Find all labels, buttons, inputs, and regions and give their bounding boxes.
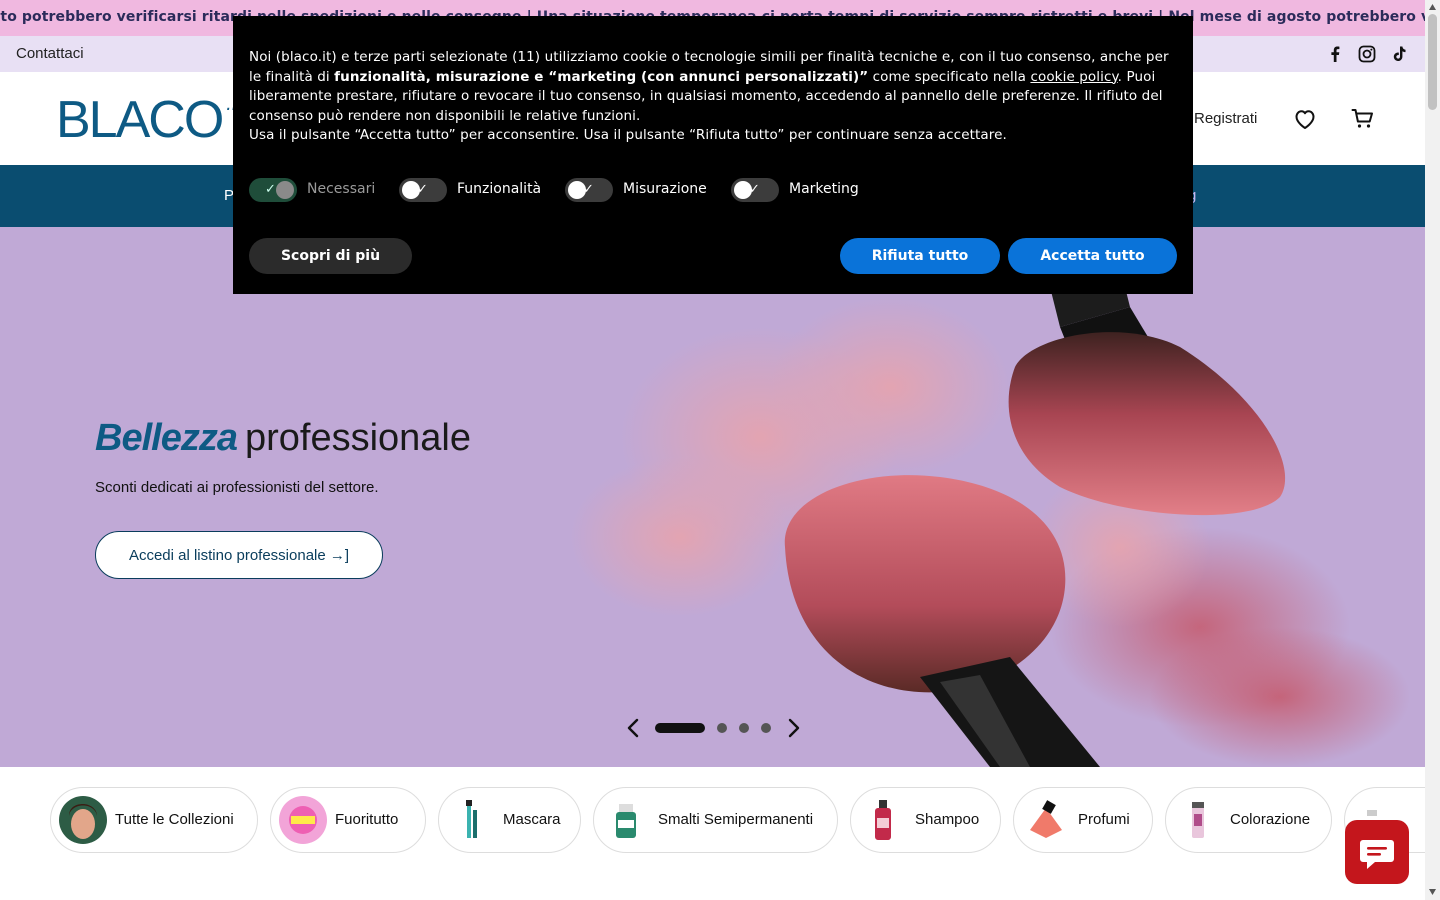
register-link[interactable]: Registrati xyxy=(1194,110,1257,127)
instagram-icon[interactable] xyxy=(1357,44,1377,64)
toggle-label-functionality: Funzionalità xyxy=(457,181,542,197)
cookie-consent-dialog: Noi (blaco.it) e terze parti selezionate… xyxy=(233,16,1193,294)
check-icon: ✓ xyxy=(749,182,760,197)
cookie-text-buttons-hint: Usa il pulsante “Accetta tutto” per acco… xyxy=(249,127,1007,144)
category-pill[interactable]: Shampoo xyxy=(850,787,1001,853)
carousel-dot-1[interactable] xyxy=(655,723,705,733)
toggle-label-necessary: Necessari xyxy=(307,181,376,197)
category-pills: Tutte le Collezioni Fuoritutto Mascara S… xyxy=(0,767,1425,900)
category-pill[interactable]: Smalti Semipermanenti xyxy=(593,787,838,853)
carousel-dot-3[interactable] xyxy=(739,723,749,733)
category-label: Smalti Semipermanenti xyxy=(658,811,814,828)
category-pill[interactable]: Mascara xyxy=(438,787,581,853)
toggle-label-measurement: Misurazione xyxy=(623,181,707,197)
chevron-right-icon[interactable] xyxy=(783,717,803,739)
page-scrollbar[interactable] xyxy=(1425,0,1440,900)
chat-bubble-icon xyxy=(1360,840,1394,869)
reject-all-button[interactable]: Rifiuta tutto xyxy=(840,238,1000,274)
category-pill[interactable]: Profumi xyxy=(1013,787,1153,853)
cookie-text-purposes: funzionalità, misurazione e “marketing (… xyxy=(334,68,869,85)
category-pill[interactable]: Tutte le Collezioni xyxy=(50,787,258,853)
hero-subtitle: Sconti dedicati ai professionisti del se… xyxy=(95,479,379,496)
scrollbar-thumb[interactable] xyxy=(1428,14,1437,110)
carousel-dot-2[interactable] xyxy=(717,723,727,733)
collections-thumbnail-icon xyxy=(59,796,107,844)
hero-title-accent: Bellezza xyxy=(95,417,238,459)
category-label: Profumi xyxy=(1078,811,1130,828)
cookie-text-specified: come specificato nella xyxy=(868,68,1031,85)
toggle-measurement[interactable]: ✓ xyxy=(565,178,613,202)
toggle-necessary: ✓ xyxy=(249,178,297,202)
category-pill[interactable]: Colorazione xyxy=(1165,787,1332,853)
cookie-policy-link[interactable]: cookie policy xyxy=(1030,69,1117,85)
carousel-dot-4[interactable] xyxy=(761,723,771,733)
category-pill[interactable]: Fuoritutto xyxy=(270,787,426,853)
site-logo[interactable]: BLACO xyxy=(56,90,224,150)
learn-more-button[interactable]: Scopri di più xyxy=(249,238,412,274)
toggle-knob xyxy=(276,181,294,199)
accept-all-button[interactable]: Accetta tutto xyxy=(1008,238,1177,274)
category-label: Shampoo xyxy=(915,811,980,828)
perfume-thumbnail-icon xyxy=(1022,796,1070,844)
heart-icon[interactable] xyxy=(1292,106,1318,132)
cart-icon[interactable] xyxy=(1350,106,1376,132)
check-icon: ✓ xyxy=(265,182,276,197)
check-icon: ✓ xyxy=(583,182,594,197)
check-icon: ✓ xyxy=(417,182,428,197)
hair-color-thumbnail-icon xyxy=(1174,796,1222,844)
makeup-brushes-image xyxy=(570,267,1410,767)
toggle-label-marketing: Marketing xyxy=(789,181,859,197)
hero-banner: Bellezza professionale Sconti dedicati ai… xyxy=(0,227,1425,767)
chevron-left-icon[interactable] xyxy=(624,717,644,739)
professional-pricelist-button[interactable]: Accedi al listino professionale →] xyxy=(95,531,383,579)
category-label: Fuoritutto xyxy=(335,811,399,828)
category-label: Tutte le Collezioni xyxy=(115,811,234,828)
hero-title-rest: professionale xyxy=(244,417,472,459)
scroll-down-icon[interactable] xyxy=(1428,888,1437,896)
category-label: Colorazione xyxy=(1230,811,1311,828)
scroll-up-icon[interactable] xyxy=(1428,3,1437,11)
category-label: Mascara xyxy=(503,811,561,828)
chat-button[interactable] xyxy=(1345,820,1409,884)
tiktok-icon[interactable] xyxy=(1389,44,1409,64)
toggle-functionality[interactable]: ✓ xyxy=(399,178,447,202)
sale-thumbnail-icon xyxy=(279,796,327,844)
mascara-thumbnail-icon xyxy=(447,796,495,844)
facebook-icon[interactable] xyxy=(1325,44,1345,64)
contact-link[interactable]: Contattaci xyxy=(16,45,84,62)
cookie-consent-text: Noi (blaco.it) e terze parti selezionate… xyxy=(249,48,1179,146)
hero-title: Bellezza professionale xyxy=(95,417,471,460)
toggle-marketing[interactable]: ✓ xyxy=(731,178,779,202)
shampoo-thumbnail-icon xyxy=(859,796,907,844)
nail-polish-thumbnail-icon xyxy=(602,796,650,844)
